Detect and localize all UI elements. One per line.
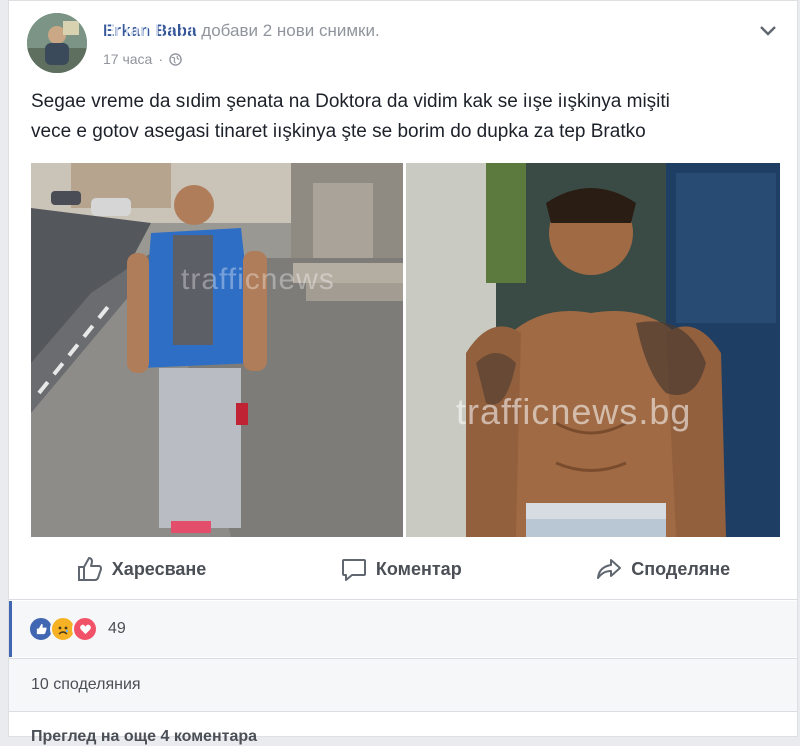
like-button[interactable]: Харесване [76,555,207,583]
post-timestamp[interactable]: 17 часа [103,51,152,67]
avatar[interactable] [27,13,87,73]
meta-separator: · [158,51,163,67]
thumbs-up-icon [77,557,102,581]
share-button[interactable]: Споделяне [595,555,730,583]
post-action-text: добави 2 нови снимки. [201,21,380,40]
view-previous-comments-link[interactable]: Преглед на още 4 коментара [31,728,257,746]
post-text-line-1: Segae vreme da sıdim şenata na Doktora d… [31,91,670,112]
post-photo-1[interactable]: trafficnews [31,163,403,537]
post-title-line: Erkan Baba добави 2 нови снимки. [103,21,380,41]
chevron-down-icon[interactable] [757,23,779,39]
post-card: Erkan Baba добави 2 нови снимки. 17 часа… [8,0,798,745]
action-bar: Харесване Коментар Споделяне [9,546,797,592]
post-text-line-2: vece e gotov asegasi tinaret iışkinya şt… [31,121,646,142]
post-photo-2[interactable]: trafficnews.bg [406,163,780,537]
globe-icon [169,52,182,66]
reactions-summary[interactable]: 49 [9,601,797,657]
author-name[interactable]: Erkan Baba [103,21,197,41]
post-header: Erkan Baba добави 2 нови снимки. 17 часа… [27,13,787,73]
shares-label[interactable]: 10 споделяния [31,676,141,694]
watermark-1: trafficnews [181,263,335,296]
post-meta: 17 часа · [103,51,182,67]
post-text: Segae vreme da sıdim şenata na Doktora d… [31,87,781,147]
speech-bubble-icon [341,559,366,581]
like-label: Харесване [111,558,207,579]
comment-button[interactable]: Коментар [340,555,462,583]
comment-label: Коментар [375,558,462,579]
share-arrow-icon [597,559,622,579]
love-reaction-icon [72,616,98,642]
reaction-count[interactable]: 49 [108,620,126,638]
share-label: Споделяне [631,558,731,579]
divider [9,599,797,600]
watermark-2: trafficnews.bg [456,391,692,432]
divider [9,711,797,712]
shares-count[interactable]: 10 споделяния [9,659,797,711]
